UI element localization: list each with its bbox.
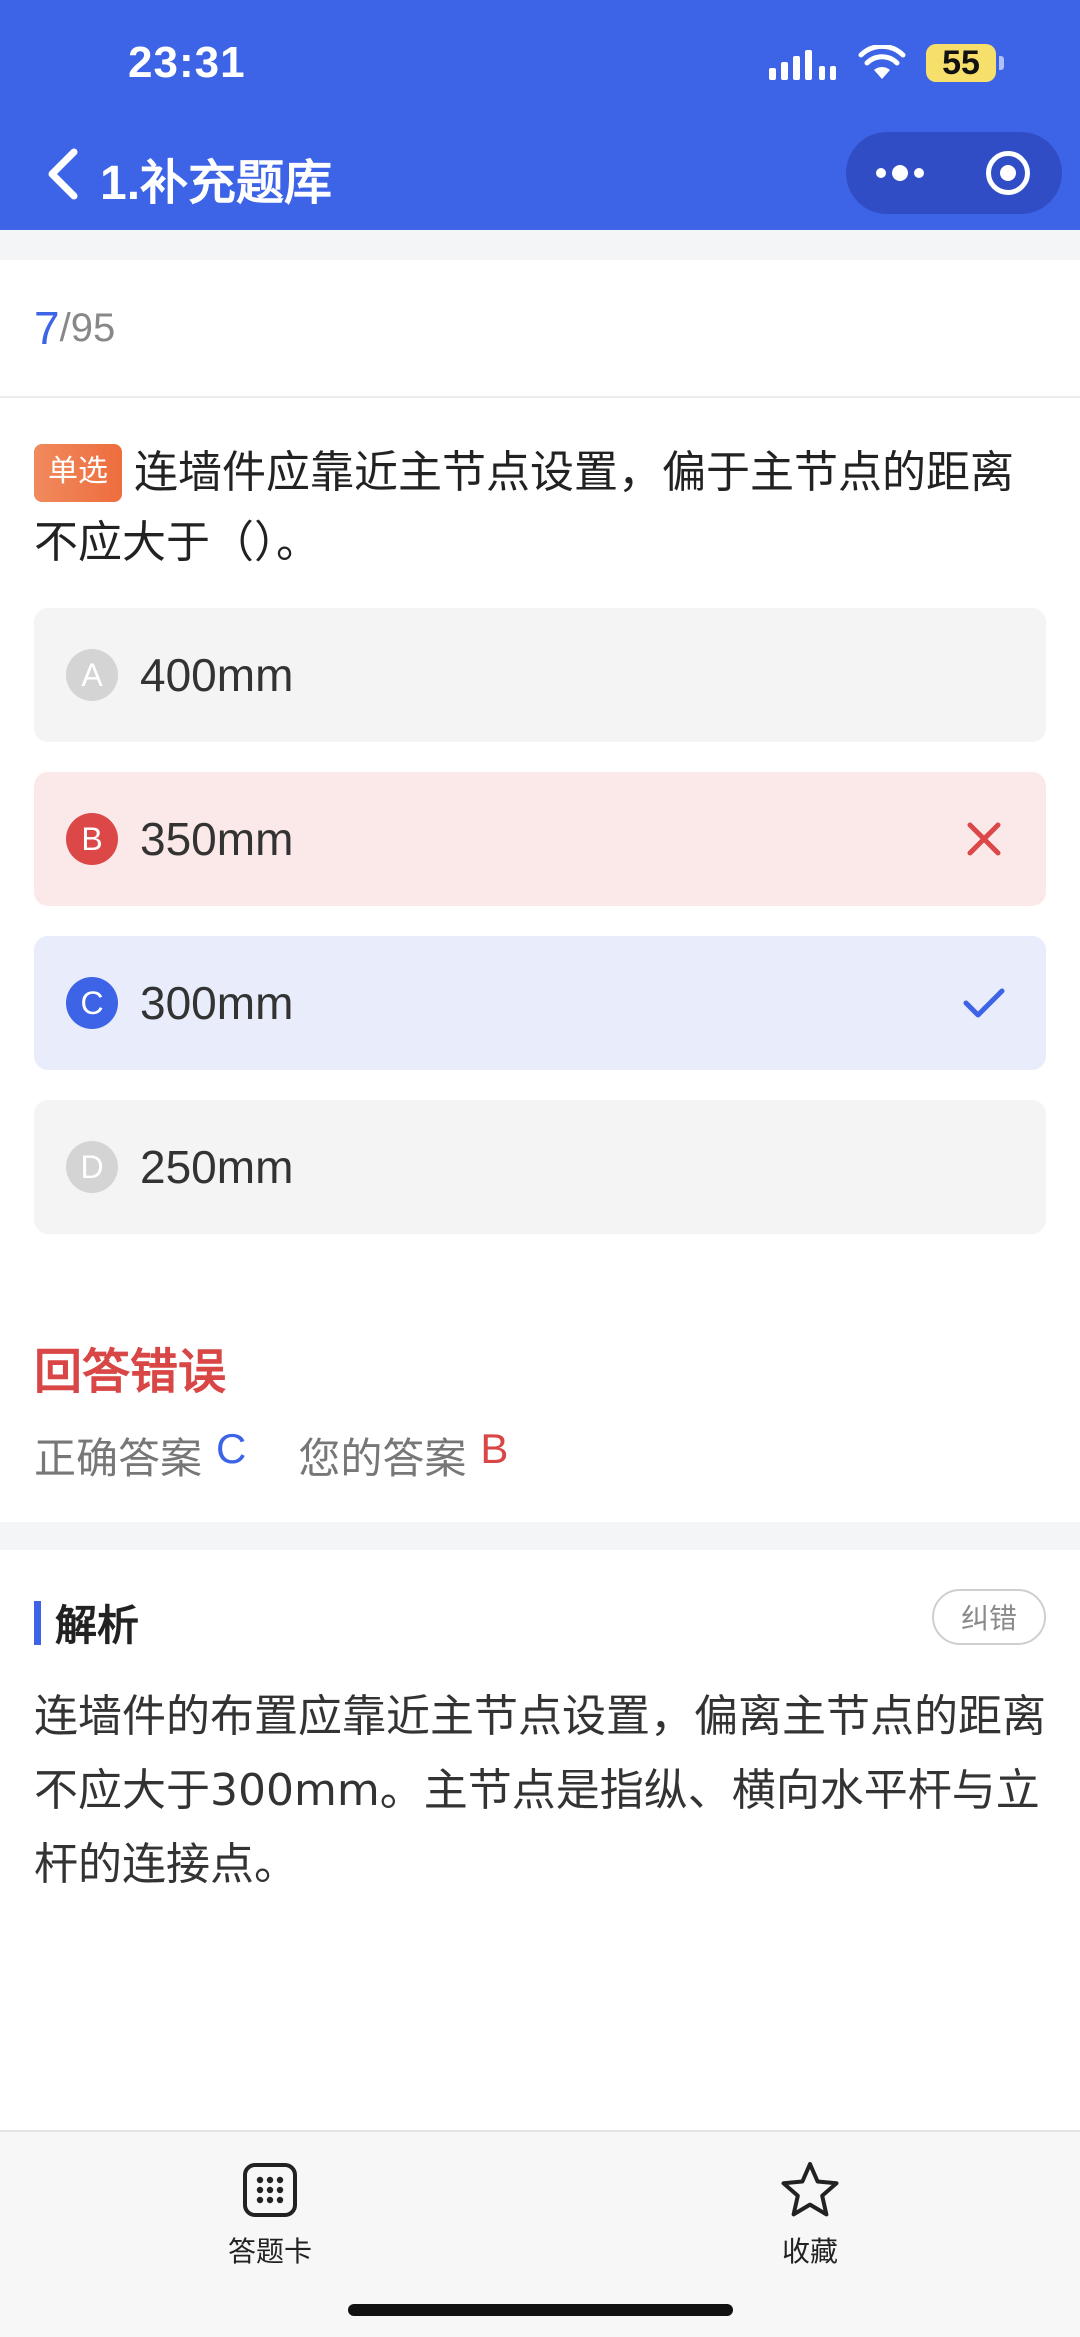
total-questions: /95 <box>59 305 116 350</box>
analysis-header: 解析 <box>34 1592 139 1653</box>
analysis-title: 解析 <box>55 1601 140 1650</box>
status-time: 23:31 <box>128 38 246 87</box>
option-letter: D <box>66 1141 118 1193</box>
option-a[interactable]: A 400mm <box>34 608 1046 742</box>
battery-icon: 55 <box>926 44 1004 82</box>
option-text: 350mm <box>140 813 294 865</box>
option-text: 300mm <box>140 977 294 1029</box>
your-answer-label: 您的答案 <box>298 1434 467 1483</box>
star-icon <box>781 2162 839 2217</box>
grid-icon <box>243 2163 297 2217</box>
target-icon <box>986 151 1030 195</box>
wifi-icon <box>858 45 906 79</box>
page-title: 1.补充题库 <box>100 157 333 210</box>
cross-icon <box>967 822 1001 856</box>
question-stem: 单选 连墙件应靠近主节点设置，偏于主节点的距离不应大于（）。 <box>34 438 1049 578</box>
more-button[interactable] <box>846 132 954 214</box>
option-letter: B <box>66 813 118 865</box>
divider <box>0 230 1080 260</box>
mini-program-capsule <box>846 132 1062 214</box>
tab-label: 答题卡 <box>227 2235 312 2268</box>
battery-level: 55 <box>926 44 996 82</box>
correct-answer-label: 正确答案 <box>34 1434 203 1483</box>
tab-favorites[interactable]: 收藏 <box>710 2160 910 2270</box>
tab-label: 收藏 <box>781 2235 838 2268</box>
check-icon <box>963 988 1005 1018</box>
close-button[interactable] <box>954 132 1062 214</box>
more-dots-icon <box>876 165 924 181</box>
option-d[interactable]: D 250mm <box>34 1100 1046 1234</box>
report-error-button[interactable]: 纠错 <box>932 1589 1046 1645</box>
option-b[interactable]: B 350mm <box>34 772 1046 906</box>
answer-summary: 正确答案 C 您的答案 B <box>34 1425 508 1486</box>
result-title: 回答错误 <box>34 1344 227 1400</box>
status-indicators: 55 <box>769 40 1004 86</box>
option-letter: C <box>66 977 118 1029</box>
question-text: 连墙件应靠近主节点设置，偏于主节点的距离不应大于（）。 <box>34 447 1014 568</box>
option-text: 400mm <box>140 649 294 701</box>
correct-answer-value: C <box>216 1425 247 1472</box>
cellular-signal-icon <box>769 46 836 80</box>
option-letter: A <box>66 649 118 701</box>
home-indicator <box>348 2304 733 2316</box>
chevron-left-icon[interactable] <box>44 146 80 202</box>
app-header: 23:31 55 1.补充题库 <box>0 0 1080 230</box>
tab-answer-card[interactable]: 答题卡 <box>170 2160 370 2270</box>
divider <box>0 1522 1080 1550</box>
question-type-badge: 单选 <box>34 444 122 502</box>
your-answer-value: B <box>480 1425 509 1472</box>
question-progress: 7 /95 <box>0 260 1080 398</box>
option-text: 250mm <box>140 1141 294 1193</box>
accent-bar <box>34 1600 41 1645</box>
analysis-text: 连墙件的布置应靠近主节点设置，偏离主节点的距离不应大于300mm。主节点是指纵、… <box>34 1691 1046 1890</box>
option-c[interactable]: C 300mm <box>34 936 1046 1070</box>
current-question-number: 7 <box>34 302 60 354</box>
